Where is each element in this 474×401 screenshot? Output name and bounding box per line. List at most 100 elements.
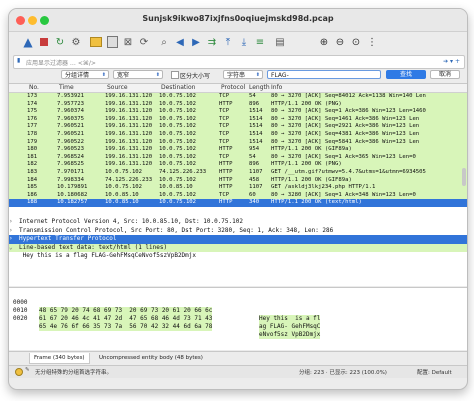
zoom-out-icon[interactable]: ⊖ bbox=[333, 35, 347, 49]
table-cell-len: 340 bbox=[249, 199, 260, 206]
open-file-icon[interactable] bbox=[89, 35, 103, 49]
case-sensitive-checkbox[interactable] bbox=[171, 71, 179, 79]
detail-flag-line[interactable]: Hey this is a flag FLAG-GehFMsqCeNvof5sz… bbox=[9, 252, 467, 261]
table-row[interactable]: 178 7.960521 199.16.131.120 10.0.75.102 TCP 1… bbox=[9, 130, 467, 139]
hex-row[interactable]: 0020 65 4e 76 6f 66 35 73 7a 56 70 42 32… bbox=[9, 307, 321, 339]
table-row[interactable]: 181 7.968524 199.16.131.120 10.0.75.102 TCP 5… bbox=[9, 153, 467, 162]
detail-tcp[interactable]: › Transmission Control Protocol, Src Port… bbox=[9, 227, 467, 236]
find-packet-icon[interactable]: ⌕ bbox=[157, 35, 171, 49]
table-row[interactable]: 183 7.970171 10.0.75.102 74.125.226.233 HTTP… bbox=[9, 168, 467, 177]
restart-capture-icon[interactable]: ↻ bbox=[53, 35, 67, 49]
table-cell-info: 80 → 3270 [ACK] Seq=1 Ack=365 Win=123 Le… bbox=[271, 153, 416, 160]
table-cell-len: 896 bbox=[249, 100, 260, 107]
table-cell-len: 1514 bbox=[249, 115, 263, 122]
table-row[interactable]: 180 7.960523 199.16.131.120 10.0.75.102 HTTP… bbox=[9, 146, 467, 154]
table-cell-no: 185 bbox=[27, 184, 38, 191]
packet-list-header: No. Time Source Destination Protocol Len… bbox=[9, 84, 467, 93]
column-header-info[interactable]: Info bbox=[271, 84, 282, 92]
table-cell-info: 80 → 3270 [ACK] Seq=4381 Ack=386 Win=123… bbox=[271, 130, 420, 137]
table-cell-len: 1514 bbox=[249, 123, 263, 130]
detail-http[interactable]: › Hypertext Transfer Protocol bbox=[9, 235, 467, 244]
case-sensitive-label: 区分大小写 bbox=[180, 73, 211, 80]
capture-options-icon[interactable]: ⚙ bbox=[69, 35, 83, 49]
collapse-arrow-icon[interactable]: ⌄ bbox=[9, 244, 19, 253]
table-cell-time: 7.960375 bbox=[57, 115, 84, 122]
hex-row[interactable]: 0000 48 65 79 20 74 68 69 73 20 69 73 20… bbox=[9, 291, 321, 323]
search-type-select[interactable]: 字符串 ⬍ bbox=[223, 70, 263, 79]
table-row[interactable]: 179 7.960522 199.16.131.120 10.0.75.102 TCP 1… bbox=[9, 138, 467, 147]
table-row[interactable]: 176 7.960375 199.16.131.120 10.0.75.102 TCP 1… bbox=[9, 115, 467, 124]
column-header-length[interactable]: Length bbox=[249, 84, 270, 92]
table-cell-len: 1107 bbox=[249, 168, 263, 175]
table-cell-src: 199.16.131.120 bbox=[105, 130, 153, 137]
expand-arrow-icon[interactable]: › bbox=[9, 227, 19, 236]
last-packet-icon[interactable]: ⤓ bbox=[237, 35, 251, 49]
zoom-in-icon[interactable]: ⊕ bbox=[317, 35, 331, 49]
column-header-source[interactable]: Source bbox=[107, 84, 128, 92]
column-header-no[interactable]: No. bbox=[29, 84, 39, 92]
search-scope-select[interactable]: 分组详情 ⬍ bbox=[61, 70, 109, 79]
chevron-down-icon: ⬍ bbox=[155, 72, 160, 78]
table-row[interactable]: 174 7.957723 199.16.131.120 10.0.75.102 HTTP… bbox=[9, 100, 467, 109]
profile-label[interactable]: 配置: Default bbox=[417, 368, 452, 376]
table-cell-dst: 10.0.75.102 bbox=[159, 100, 197, 107]
packet-list-scrollbar[interactable] bbox=[462, 168, 466, 186]
packet-details: › Internet Protocol Version 4, Src: 10.0.… bbox=[9, 218, 467, 286]
go-back-icon[interactable]: ◀ bbox=[173, 35, 187, 49]
charset-select[interactable]: 宽窄 ⬍ bbox=[113, 70, 163, 79]
stop-capture-icon[interactable] bbox=[37, 35, 51, 49]
table-cell-src: 199.16.131.120 bbox=[105, 153, 153, 160]
tab-frame[interactable]: Frame (340 bytes) bbox=[29, 353, 90, 364]
expand-arrow-icon[interactable]: › bbox=[9, 235, 19, 244]
first-packet-icon[interactable]: ⤒ bbox=[221, 35, 235, 49]
table-cell-proto: HTTP bbox=[219, 176, 233, 183]
tab-entity-body[interactable]: Uncompressed entity body (48 bytes) bbox=[95, 353, 207, 363]
zoom-reset-icon[interactable]: ⊙ bbox=[349, 35, 363, 49]
table-cell-no: 174 bbox=[27, 100, 38, 107]
hex-row[interactable]: 0010 61 67 20 46 4c 41 47 2d 47 65 68 46… bbox=[9, 299, 321, 331]
close-file-icon[interactable]: ⊠ bbox=[121, 35, 135, 49]
filter-bookmark-icon[interactable]: ▮ bbox=[17, 57, 20, 64]
column-header-time[interactable]: Time bbox=[59, 84, 74, 92]
table-cell-src: 10.0.85.10 bbox=[105, 199, 139, 206]
table-cell-no: 188 bbox=[27, 199, 38, 206]
expand-arrow-icon[interactable]: › bbox=[9, 218, 19, 227]
filter-apply-icon[interactable]: ➔ ▾ + bbox=[443, 58, 460, 65]
go-to-packet-icon[interactable]: ⇉ bbox=[205, 35, 219, 49]
colorize-icon[interactable]: ▤ bbox=[273, 35, 287, 49]
table-cell-dst: 10.0.75.102 bbox=[159, 176, 197, 183]
save-file-icon[interactable] bbox=[105, 35, 119, 49]
expert-info-icon[interactable] bbox=[15, 368, 23, 376]
display-filter-input[interactable]: ▮ 应用显示过滤器 … <⌘/> ➔ ▾ + bbox=[13, 55, 465, 69]
table-row-selected[interactable]: 188 10.182757 10.0.85.10 10.0.75.102 HTTP 340… bbox=[9, 199, 467, 207]
find-button[interactable]: 查找 bbox=[386, 70, 426, 79]
reload-file-icon[interactable]: ⟳ bbox=[137, 35, 151, 49]
shark-fin-start-icon[interactable]: ▲ bbox=[21, 35, 35, 49]
column-header-destination[interactable]: Destination bbox=[161, 84, 195, 92]
table-row[interactable]: 182 7.968525 199.16.131.120 10.0.75.102 HTTP… bbox=[9, 161, 467, 169]
table-cell-time: 7.960521 bbox=[57, 130, 84, 137]
table-cell-src: 10.0.85.10 bbox=[105, 191, 139, 198]
table-cell-src: 199.16.131.120 bbox=[105, 93, 153, 99]
table-row[interactable]: 185 10.179891 10.0.75.102 10.0.85.10 HTTP 110… bbox=[9, 184, 467, 192]
resize-columns-icon[interactable]: ⋮ bbox=[365, 35, 379, 49]
cancel-button-label: 取消 bbox=[438, 71, 451, 78]
table-cell-info: HTTP/1.1 200 OK (GIF89a) bbox=[271, 176, 352, 183]
cancel-button[interactable]: 取消 bbox=[430, 70, 460, 79]
table-row[interactable]: 184 7.998334 74.125.226.233 10.0.75.102 HTTP… bbox=[9, 176, 467, 185]
column-header-protocol[interactable]: Protocol bbox=[221, 84, 245, 92]
detail-ip[interactable]: › Internet Protocol Version 4, Src: 10.0.… bbox=[9, 218, 467, 227]
table-row[interactable]: 186 10.180682 10.0.85.10 10.0.75.102 TCP 60 80… bbox=[9, 191, 467, 200]
go-forward-icon[interactable]: ▶ bbox=[189, 35, 203, 49]
detail-line-based-text[interactable]: ⌄ Line-based text data: text/html (1 line… bbox=[9, 243, 467, 253]
table-cell-proto: HTTP bbox=[219, 100, 233, 107]
status-message: 无分组特殊的分组首选字符串。 bbox=[35, 370, 113, 376]
edit-comment-icon[interactable]: ✎ bbox=[25, 367, 30, 373]
table-cell-time: 7.960374 bbox=[57, 108, 84, 115]
table-row[interactable]: 177 7.960521 199.16.131.120 10.0.75.102 TCP 1… bbox=[9, 123, 467, 131]
search-value-input[interactable]: FLAG- bbox=[267, 70, 381, 79]
table-row[interactable]: 173 7.953921 199.16.131.120 10.0.75.102 TCP 5… bbox=[9, 93, 467, 101]
table-row[interactable]: 175 7.960374 199.16.131.120 10.0.75.102 TCP 1… bbox=[9, 108, 467, 116]
autoscroll-icon[interactable]: ≡ bbox=[253, 35, 267, 49]
charset-value: 宽窄 bbox=[117, 72, 130, 79]
